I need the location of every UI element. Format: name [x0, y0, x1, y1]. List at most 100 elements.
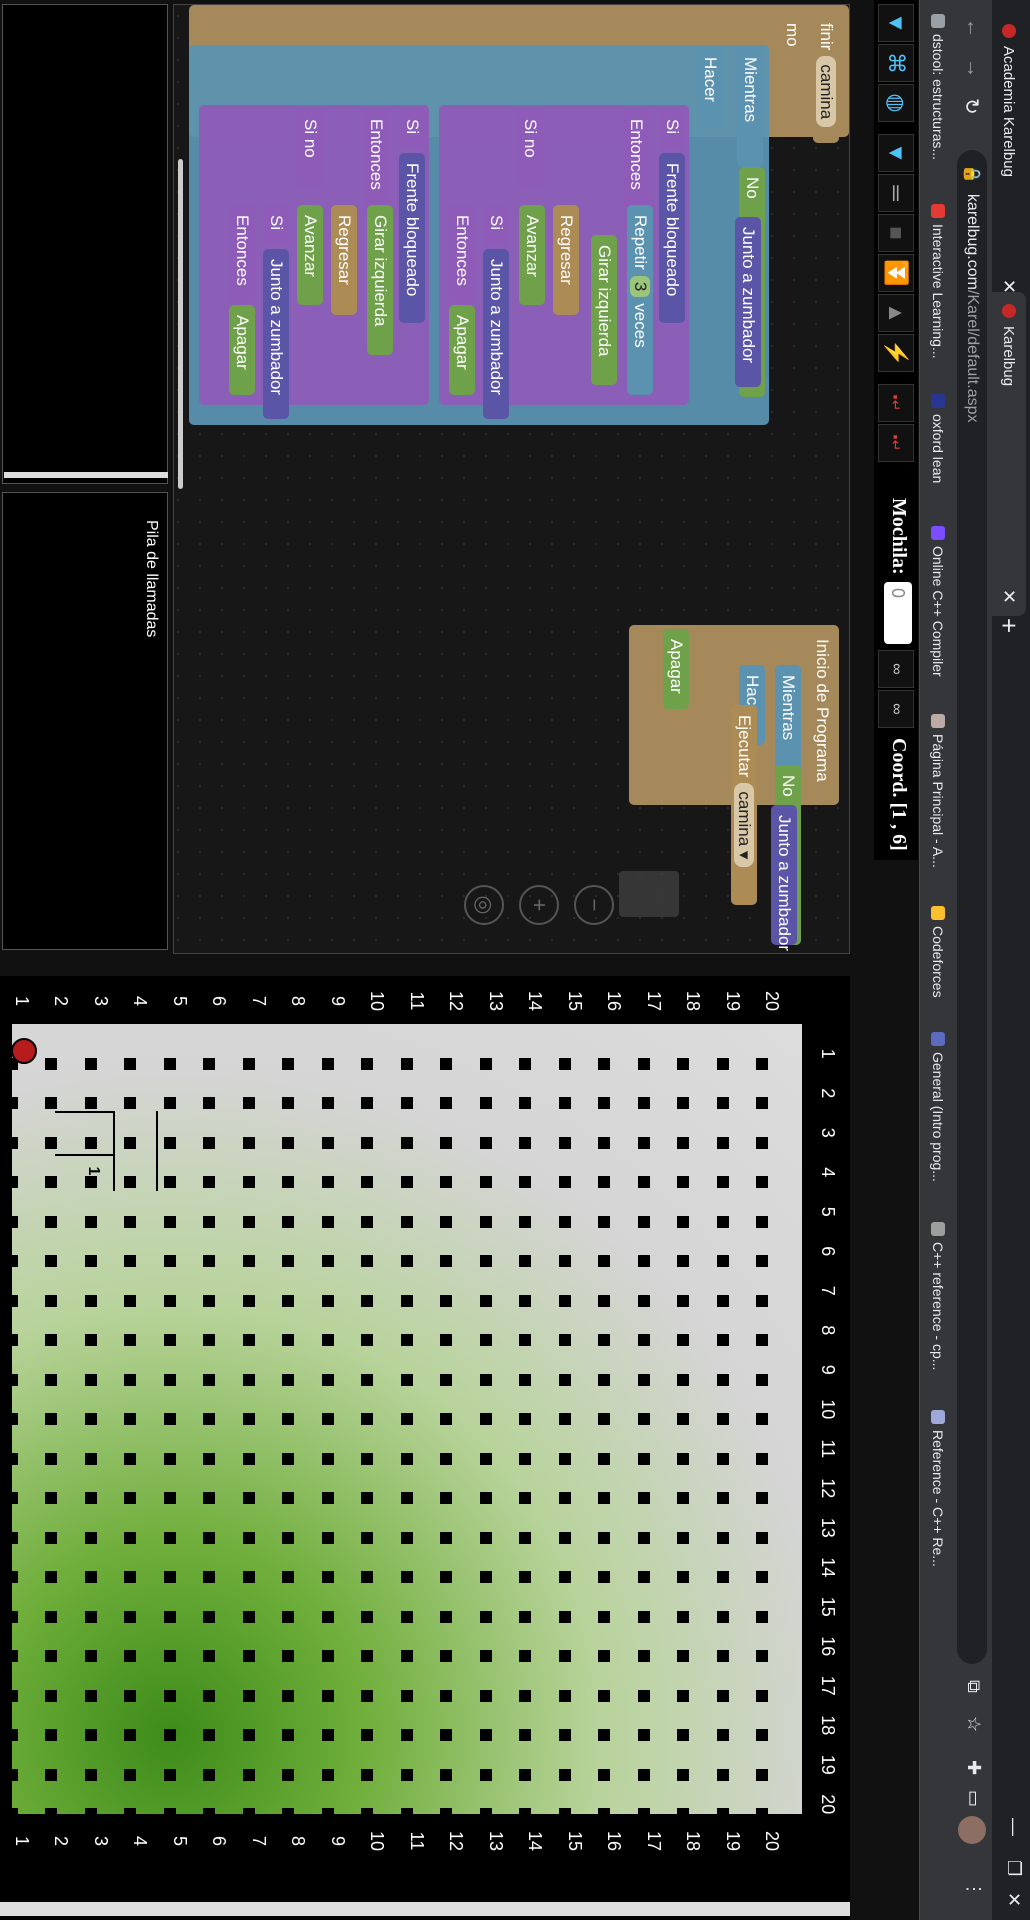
- sensor-block[interactable]: Frente bloqueado: [399, 153, 425, 323]
- clear-beepers-icon[interactable]: ∞: [878, 690, 914, 728]
- karel-robot-icon[interactable]: [11, 1038, 38, 1064]
- panel-scrollbar[interactable]: [4, 472, 168, 478]
- close-window-icon[interactable]: ✕: [1003, 1892, 1024, 1907]
- grid-corner: [558, 1610, 571, 1623]
- grid-corner: [242, 1610, 255, 1623]
- grid-corner: [124, 1136, 137, 1149]
- grid-corner: [203, 1610, 216, 1623]
- run-icon[interactable]: ▼: [878, 4, 914, 42]
- maximize-icon[interactable]: ❐: [1003, 1860, 1024, 1876]
- grid-corner: [756, 1215, 769, 1228]
- bookmark-item[interactable]: oxford lean: [930, 394, 946, 483]
- blocks-toggle-icon[interactable]: ▪↵: [878, 384, 914, 422]
- world-scrollbar[interactable]: [0, 1902, 850, 1916]
- grid-corner: [282, 1413, 295, 1426]
- bookmark-item[interactable]: Página Principal - A...: [930, 714, 946, 868]
- grid-corner: [519, 1452, 532, 1465]
- turn-off-block[interactable]: Apagar: [229, 305, 255, 395]
- bookmark-item[interactable]: dstool: estructuras...: [930, 14, 946, 160]
- sensor-block[interactable]: Junto a zumbador: [263, 249, 289, 419]
- repeat-block[interactable]: Repetir3veces: [627, 205, 653, 395]
- grid-corner: [321, 1136, 334, 1149]
- stop-icon[interactable]: ■: [878, 214, 914, 252]
- grid-corner: [242, 1097, 255, 1110]
- repeat-count-field[interactable]: 3: [630, 275, 650, 298]
- bookmark-favicon-icon: [931, 14, 945, 28]
- step-back-icon[interactable]: ▲: [878, 294, 914, 332]
- bookmark-item[interactable]: C++ reference - cp...: [930, 1222, 946, 1370]
- blocks-toggle-icon[interactable]: ▪↵: [878, 424, 914, 462]
- sensor-block[interactable]: Frente bloqueado: [659, 153, 685, 323]
- grid-corner: [598, 1729, 611, 1742]
- block-workspace[interactable]: finircamina mo Mientras No Junto a zumba…: [173, 4, 850, 954]
- bookmark-item[interactable]: Online C++ Compiler: [930, 526, 946, 677]
- bookmark-item[interactable]: Reference - C++ Re...: [930, 1410, 946, 1567]
- url-input[interactable]: 🔒 karelbug.com/Karel/default.aspx: [957, 150, 987, 1664]
- grid-corner: [637, 1531, 650, 1544]
- extensions-icon[interactable]: ✚: [963, 1760, 984, 1775]
- avenue-number: 20: [762, 990, 783, 1012]
- fast-forward-icon[interactable]: ⏬: [878, 254, 914, 292]
- karel-toolbar: ▼ ⌘ ◍ ▼ ═ ■ ⏬ ▲ ⚡ ▪↵ ▪↵ Mochila: 0 ∞ ∞ C…: [874, 0, 918, 860]
- install-icon[interactable]: ⧉: [963, 1680, 984, 1693]
- turn-off-block[interactable]: Apagar: [449, 305, 475, 395]
- zoom-out-icon[interactable]: −: [574, 885, 614, 925]
- grid-corner: [163, 1650, 176, 1663]
- globe-icon[interactable]: ◍: [878, 84, 914, 122]
- bookmark-item[interactable]: Interactive Learning...: [930, 204, 946, 359]
- close-icon[interactable]: ✕: [999, 589, 1020, 604]
- grid-corner: [519, 1808, 532, 1821]
- structure-icon[interactable]: ⌘: [878, 44, 914, 82]
- move-block[interactable]: Avanzar: [297, 205, 323, 305]
- grid-corner: [637, 1808, 650, 1821]
- mochila-input[interactable]: 0: [884, 582, 912, 644]
- call-regresar-block[interactable]: Regresar: [553, 205, 579, 315]
- turn-left-block[interactable]: Girar izquierda: [591, 235, 617, 385]
- pause-icon[interactable]: ═: [878, 174, 914, 212]
- tab-karelbug[interactable]: Karelbug ✕: [992, 292, 1026, 616]
- profile-avatar[interactable]: [958, 1816, 986, 1844]
- tab-academia[interactable]: Academia Karelbug ✕: [992, 12, 1026, 306]
- bookmark-star-icon[interactable]: ☆: [963, 1716, 984, 1732]
- sensor-block[interactable]: Junto a zumbador: [771, 805, 797, 951]
- site-info-icon[interactable]: 🔒: [962, 164, 982, 184]
- grid-corner: [242, 1215, 255, 1228]
- reload-icon[interactable]: ↻: [959, 98, 984, 115]
- grid-corner: [163, 1176, 176, 1189]
- street-number: 19: [0, 1754, 2, 1775]
- grid-corner: [519, 1729, 532, 1742]
- sensor-block[interactable]: Junto a zumbador: [483, 249, 509, 419]
- infinite-beepers-icon[interactable]: ∞: [878, 650, 914, 688]
- turn-off-block[interactable]: Apagar: [663, 629, 689, 709]
- grid-corner: [677, 1057, 690, 1070]
- bookmark-item[interactable]: Codeforces: [930, 906, 946, 998]
- recenter-icon[interactable]: ◎: [464, 885, 504, 925]
- minimize-icon[interactable]: —: [1003, 1818, 1024, 1836]
- grid-corner: [598, 1215, 611, 1228]
- forward-icon[interactable]: →: [961, 58, 984, 78]
- bookmark-item[interactable]: General (Intro prog...: [930, 1032, 946, 1182]
- procedure-select[interactable]: camina ▾: [734, 783, 754, 868]
- step-icon[interactable]: ▼: [878, 134, 914, 172]
- workspace-scrollbar[interactable]: [178, 159, 183, 489]
- new-tab-button[interactable]: +: [993, 618, 1024, 633]
- move-block[interactable]: Avanzar: [519, 205, 545, 305]
- grid-corner: [282, 1136, 295, 1149]
- grid-corner: [124, 1176, 137, 1189]
- avenue-number: 17: [643, 1830, 664, 1852]
- call-block[interactable]: Ejecutarcamina ▾: [731, 705, 757, 905]
- back-icon[interactable]: ←: [961, 18, 984, 38]
- karel-world[interactable]: 1: [5, 1024, 802, 1821]
- trash-icon[interactable]: [619, 871, 679, 917]
- sidebar-icon[interactable]: ▭: [963, 1790, 984, 1807]
- procedure-name-field[interactable]: camina: [816, 56, 836, 128]
- grid-corner: [677, 1097, 690, 1110]
- turn-left-block[interactable]: Girar izquierda: [367, 205, 393, 355]
- grid-corner: [440, 1057, 453, 1070]
- call-regresar-block[interactable]: Regresar: [331, 205, 357, 315]
- zoom-in-icon[interactable]: +: [519, 885, 559, 925]
- sensor-block[interactable]: Junto a zumbador: [735, 217, 761, 387]
- lightning-icon[interactable]: ⚡: [878, 334, 914, 372]
- menu-icon[interactable]: ⋮: [963, 1880, 984, 1898]
- grid-corner: [45, 1729, 58, 1742]
